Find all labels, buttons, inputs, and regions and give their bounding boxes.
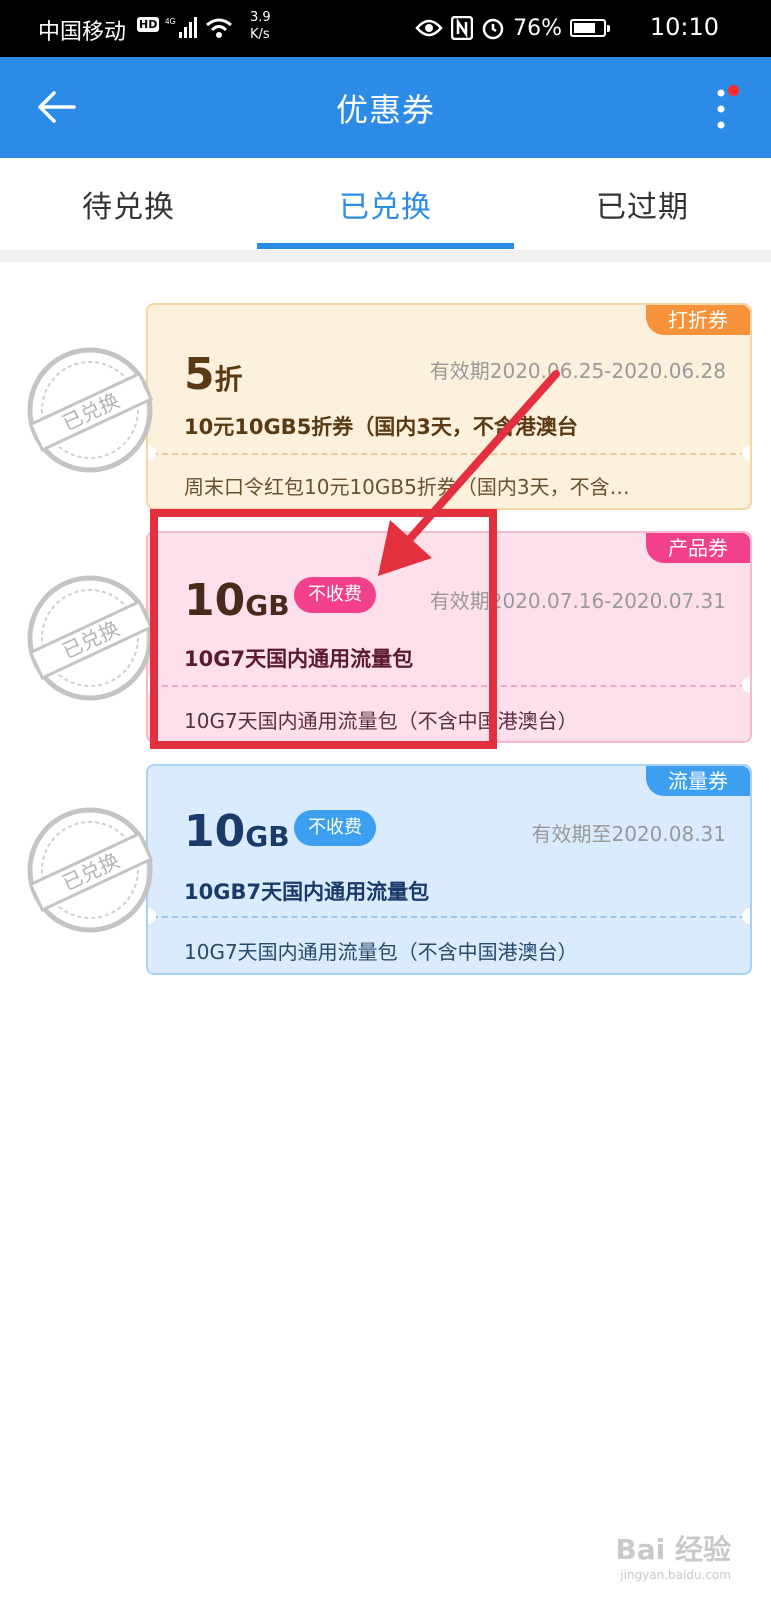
eye-icon	[415, 19, 443, 37]
app-header: 优惠券	[0, 57, 771, 158]
coupon-validity: 有效期至2020.08.31	[531, 822, 726, 846]
watermark: Bai 经验 jingyan.baidu.com	[615, 1533, 731, 1582]
notification-dot	[728, 85, 739, 96]
free-badge: 不收费	[294, 810, 376, 846]
tab-pending[interactable]: 待兑换	[0, 182, 257, 226]
coupon-separator	[152, 916, 746, 918]
coupon-card[interactable]: 流量券 10GB 不收费 有效期至2020.08.31 10GB7天国内通用流量…	[146, 764, 752, 975]
signal-icon: 4G	[165, 17, 197, 38]
section-divider	[0, 250, 771, 262]
carrier-name: 中国移动	[38, 20, 127, 45]
alarm-icon	[482, 18, 504, 40]
card-notch	[742, 908, 750, 924]
wifi-icon	[206, 18, 232, 38]
battery-icon	[570, 19, 610, 37]
coupon-type-tag: 产品券	[646, 533, 750, 563]
coupon-name: 10GB7天国内通用流量包	[184, 880, 430, 904]
annotation-arrow-icon	[378, 370, 560, 576]
battery-percent: 76%	[513, 15, 562, 41]
redeemed-stamp-icon: 已兑换	[27, 347, 154, 473]
svg-text:4G: 4G	[165, 17, 176, 26]
card-notch	[742, 677, 750, 693]
status-bar: 中国移动 HD 4G 3.9 K/s 76% 10:10	[0, 0, 771, 57]
redeemed-stamp-icon: 已兑换	[27, 575, 154, 701]
coupon-type-tag: 流量券	[646, 766, 750, 796]
tab-redeemed[interactable]: 已兑换	[257, 182, 514, 226]
card-notch	[742, 445, 750, 461]
page-title: 优惠券	[335, 91, 435, 129]
redeemed-stamp-icon: 已兑换	[27, 807, 154, 933]
nfc-icon	[451, 16, 474, 40]
network-speed: 3.9 K/s	[250, 10, 271, 42]
tab-expired[interactable]: 已过期	[514, 182, 771, 226]
coupon-description: 10G7天国内通用流量包（不含中国港澳台）	[184, 940, 578, 964]
clock: 10:10	[649, 13, 719, 41]
active-tab-indicator	[257, 243, 514, 249]
tab-bar: 待兑换 已兑换 已过期	[0, 158, 771, 250]
hd-icon: HD	[137, 17, 160, 32]
coupon-amount: 10GB	[184, 806, 290, 857]
coupon-amount: 5折	[184, 349, 243, 400]
coupon-type-tag: 打折券	[646, 305, 750, 335]
